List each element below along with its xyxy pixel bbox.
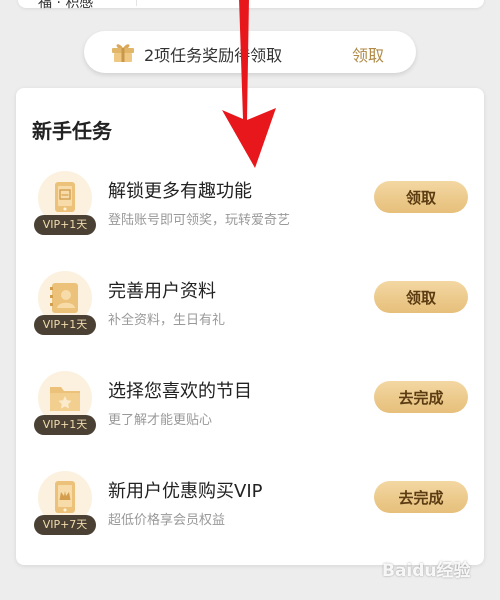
newbie-task-card: 新手任务 VIP+1天 解锁更多有趣功能 登陆账号即可领奖，玩转爱奇艺 领取 V… [16,88,484,565]
top-card-divider [136,0,137,6]
reward-claim-button[interactable]: 领取 [352,42,384,66]
top-card-partial: 福 · 积感 [18,0,484,11]
task-icon-wrap: VIP+1天 [34,271,96,339]
task-icon-wrap: VIP+1天 [34,171,96,239]
watermark-logo: Baidu经验 [382,561,471,581]
task-title: 完善用户资料 [108,281,216,302]
task-item: VIP+1天 选择您喜欢的节目 更了解才能更贴心 去完成 [16,371,484,471]
task-item: VIP+1天 完善用户资料 补全资料，生日有礼 领取 [16,271,484,371]
task-item: VIP+1天 解锁更多有趣功能 登陆账号即可领奖，玩转爱奇艺 领取 [16,171,484,271]
claim-button[interactable]: 领取 [374,181,468,213]
task-title: 选择您喜欢的节目 [108,381,252,402]
task-icon-wrap: VIP+7天 [34,471,96,539]
go-complete-button[interactable]: 去完成 [374,481,468,513]
task-description: 超低价格享会员权益 [108,513,226,528]
task-title: 新用户优惠购买VIP [108,481,263,502]
section-title: 新手任务 [32,119,112,143]
task-icon-wrap: VIP+1天 [34,371,96,439]
task-description: 更了解才能更贴心 [108,413,213,428]
vip-reward-badge: VIP+1天 [34,215,96,235]
task-description: 登陆账号即可领奖，玩转爱奇艺 [108,213,291,228]
task-title: 解锁更多有趣功能 [108,181,252,202]
gift-icon [110,41,136,63]
vip-reward-badge: VIP+7天 [34,515,96,535]
reward-banner[interactable]: 2项任务奖励待领取 领取 [84,31,416,73]
top-card-text: 福 · 积感 [38,0,94,11]
go-complete-button[interactable]: 去完成 [374,381,468,413]
reward-banner-text: 2项任务奖励待领取 [144,46,283,65]
task-description: 补全资料，生日有礼 [108,313,226,328]
claim-button[interactable]: 领取 [374,281,468,313]
vip-reward-badge: VIP+1天 [34,415,96,435]
vip-reward-badge: VIP+1天 [34,315,96,335]
